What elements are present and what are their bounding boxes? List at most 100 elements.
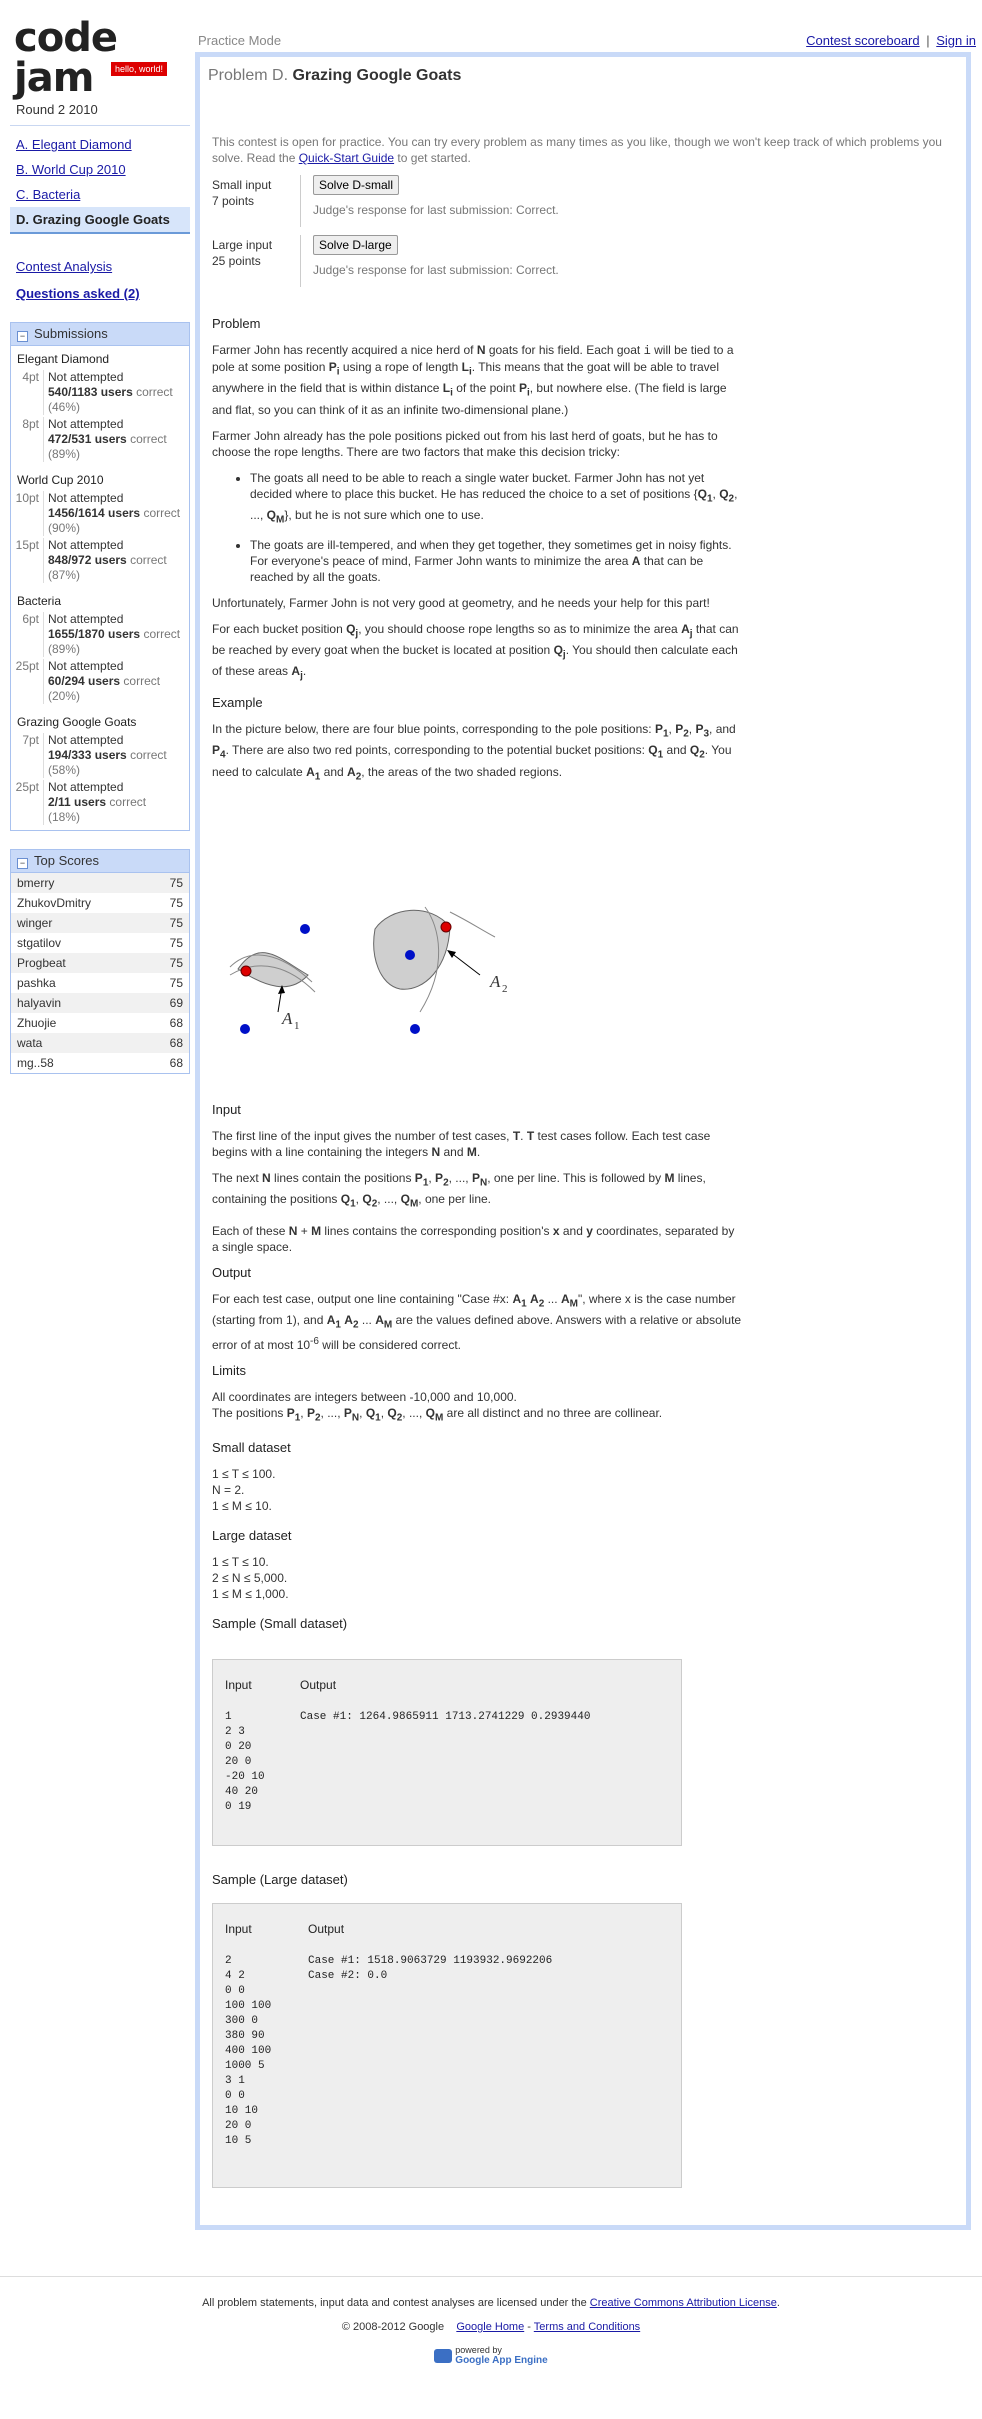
submission-problem-name: Grazing Google Goats: [17, 715, 137, 729]
correct-percent: (46%): [48, 400, 81, 414]
large-dataset-text: 1 ≤ T ≤ 10. 2 ≤ N ≤ 5,000. 1 ≤ M ≤ 1,000.: [212, 1554, 289, 1601]
small-dataset-heading: Small dataset: [212, 1439, 291, 1455]
small-points-label: 7 points: [212, 194, 255, 208]
attempt-status: Not attempted: [48, 370, 124, 384]
statement-list: The goats all need to be able to reach a…: [212, 470, 742, 585]
large-input-row: Large input 25 points Solve D-large Judge'…: [212, 235, 559, 287]
contestant-name: winger: [17, 916, 53, 930]
contestant-name: stgatilov: [17, 936, 62, 950]
main-panel: Problem D. Grazing Google Goats This con…: [195, 52, 971, 2230]
practice-mode-label: Practice Mode: [198, 33, 282, 48]
attempt-status: Not attempted: [48, 733, 124, 747]
sample-large-output: Case #1: 1518.9063729 1193932.9692206 Ca…: [308, 1955, 553, 1982]
area-label-a2: A: [489, 972, 501, 991]
contestant-score: 68: [169, 1056, 183, 1070]
copyright: © 2008-2012 Google: [341, 2321, 445, 2333]
list-item: The goats all need to be able to reach a…: [250, 470, 742, 529]
questions-asked-link[interactable]: Questions asked (2): [10, 283, 190, 304]
users-count: 2/11 users: [48, 795, 107, 809]
logo-title: code jam: [14, 15, 118, 101]
input-p2: The next N lines contain the positions P…: [212, 1171, 706, 1210]
score-row: stgatilov 75: [11, 933, 189, 953]
statement-p3: Unfortunately, Farmer John is not very g…: [212, 595, 710, 610]
input-output-section: Input The first line of the input gives …: [212, 1102, 742, 1642]
problem-heading: Problem: [212, 316, 261, 331]
solve-small-button[interactable]: Solve D-small: [313, 175, 400, 195]
submissions-header[interactable]: − Submissions: [11, 323, 189, 346]
cc-license-link[interactable]: Creative Commons Attribution License: [590, 2297, 777, 2309]
correct-percent: (89%): [48, 447, 81, 461]
terms-link[interactable]: Terms and Conditions: [534, 2321, 640, 2333]
contest-scoreboard-link[interactable]: Contest scoreboard: [806, 33, 919, 48]
submission-row: 15pt Not attempted 848/972 users correct (8…: [11, 537, 189, 584]
correct-label: correct: [109, 795, 147, 809]
google-home-link[interactable]: Google Home: [456, 2321, 524, 2333]
users-count: 1456/1614 users: [48, 506, 141, 520]
contestant-score: 75: [169, 956, 183, 970]
points: 6pt: [22, 612, 39, 626]
sample-small-output: Case #1: 1264.9865911 1713.2741229 0.293…: [300, 1711, 591, 1723]
problem-title: Problem D. Grazing Google Goats: [208, 67, 958, 85]
attempt-status: Not attempted: [48, 659, 124, 673]
sample-large-box: Input Output 2 4 2 0 0 100 100 300 0 380…: [212, 1903, 682, 2188]
top-scores-header[interactable]: − Top Scores: [11, 850, 189, 873]
small-input-row: Small input 7 points Solve D-small Judge's…: [212, 175, 559, 227]
limits-text: All coordinates are integers between -10…: [212, 1389, 663, 1423]
problem-name: Grazing Google Goats: [292, 67, 462, 84]
problem-link-a[interactable]: A. Elegant Diamond: [10, 132, 190, 157]
app-engine-badge[interactable]: powered by Google App Engine: [0, 2345, 982, 2366]
sample-output-header: Output: [308, 1922, 345, 1936]
large-points-label: 25 points: [212, 254, 261, 268]
top-scores-panel: − Top Scores bmerry 75 ZhukovDmitry 75 winger…: [10, 849, 190, 1074]
score-row: wata 68: [11, 1033, 189, 1053]
score-row: winger 75: [11, 913, 189, 933]
app-engine-icon: [434, 2348, 453, 2363]
input-heading: Input: [212, 1102, 241, 1117]
submission-row: 6pt Not attempted 1655/1870 users correct …: [11, 611, 189, 658]
correct-label: correct: [123, 674, 161, 688]
contest-analysis-link[interactable]: Contest Analysis: [10, 256, 190, 277]
contestant-score: 75: [169, 916, 183, 930]
points: 15pt: [15, 538, 39, 552]
problem-link-d[interactable]: D. Grazing Google Goats: [10, 207, 190, 234]
license-line: All problem statements, input data and c…: [202, 2297, 780, 2309]
collapse-icon[interactable]: −: [17, 858, 28, 869]
contestant-name: ZhukovDmitry: [17, 896, 92, 910]
submission-row: 25pt Not attempted 2/11 users correct (18%): [11, 779, 189, 826]
users-count: 472/531 users: [48, 432, 127, 446]
score-row: halyavin 69: [11, 993, 189, 1013]
problem-statement: Problem Farmer John has recently acquire…: [212, 316, 742, 795]
solve-large-button[interactable]: Solve D-large: [313, 235, 398, 255]
submissions-panel: − Submissions Elegant Diamond 4pt Not attem…: [10, 322, 190, 831]
collapse-icon[interactable]: −: [17, 331, 28, 342]
contestant-name: wata: [17, 1036, 43, 1050]
code-jam-logo[interactable]: code jam hello, world!: [14, 18, 169, 98]
problem-link-b[interactable]: B. World Cup 2010: [10, 157, 190, 182]
attempt-status: Not attempted: [48, 491, 124, 505]
points: 8pt: [22, 417, 39, 431]
sample-output-header: Output: [300, 1678, 337, 1692]
submission-row: 4pt Not attempted 540/1183 users correct (4…: [11, 369, 189, 416]
contestant-score: 75: [169, 876, 183, 890]
statement-p4: For each bucket position Qj, you should …: [212, 621, 739, 682]
sign-in-link[interactable]: Sign in: [936, 33, 976, 48]
submission-row: 7pt Not attempted 194/333 users correct (58…: [11, 732, 189, 779]
contestant-score: 68: [169, 1036, 183, 1050]
output-heading: Output: [212, 1264, 252, 1280]
submission-row: 8pt Not attempted 472/531 users correct (89…: [11, 416, 189, 463]
limits-line1: All coordinates are integers between -10…: [212, 1389, 517, 1404]
contestant-name: halyavin: [17, 996, 62, 1010]
points: 25pt: [15, 659, 39, 673]
input-p1: The first line of the input gives the nu…: [212, 1129, 711, 1159]
example-heading: Example: [212, 694, 263, 710]
submission-row: 25pt Not attempted 60/294 users correct (20…: [11, 658, 189, 705]
correct-label: correct: [130, 432, 167, 446]
small-dataset-text: 1 ≤ T ≤ 100. N = 2. 1 ≤ M ≤ 10.: [212, 1466, 276, 1513]
example-figure: A 1 A 2: [229, 906, 508, 1034]
problem-link-c[interactable]: C. Bacteria: [10, 182, 190, 207]
sample-input-header: Input: [225, 1922, 252, 1936]
quick-start-link[interactable]: Quick-Start Guide: [299, 151, 394, 165]
top-scores-title: Top Scores: [34, 853, 100, 868]
contestant-name: Zhuojie: [17, 1016, 57, 1030]
small-judge-response: Judge's response for last submission: Co…: [313, 203, 559, 217]
